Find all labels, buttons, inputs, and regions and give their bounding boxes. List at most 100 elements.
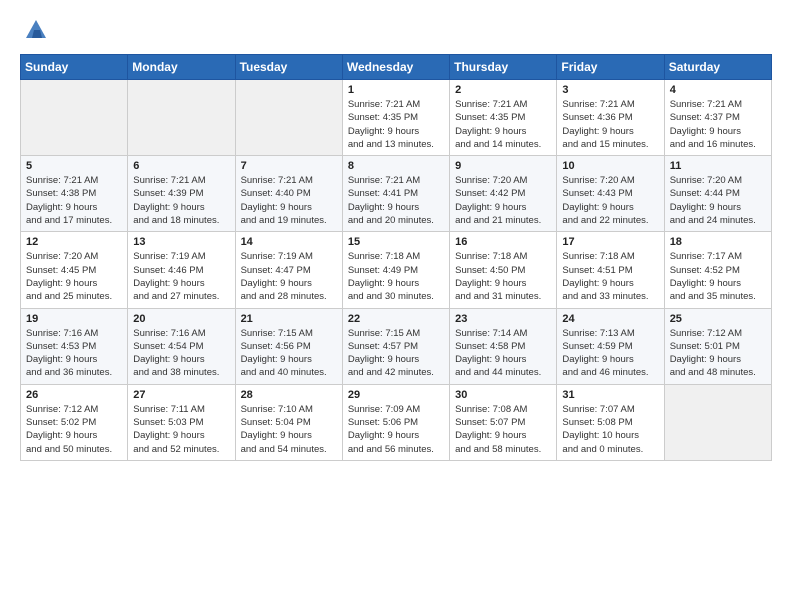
calendar-cell: 2 Sunrise: 7:21 AMSunset: 4:35 PMDaylight… xyxy=(450,80,557,156)
calendar-cell: 8 Sunrise: 7:21 AMSunset: 4:41 PMDaylight… xyxy=(342,156,449,232)
day-info: Sunrise: 7:18 AMSunset: 4:49 PMDaylight:… xyxy=(348,250,444,303)
day-info: Sunrise: 7:15 AMSunset: 4:56 PMDaylight:… xyxy=(241,327,337,380)
calendar-cell: 7 Sunrise: 7:21 AMSunset: 4:40 PMDaylight… xyxy=(235,156,342,232)
day-info: Sunrise: 7:08 AMSunset: 5:07 PMDaylight:… xyxy=(455,403,551,456)
day-number: 8 xyxy=(348,160,444,172)
day-info: Sunrise: 7:18 AMSunset: 4:50 PMDaylight:… xyxy=(455,250,551,303)
day-number: 26 xyxy=(26,389,122,401)
calendar-cell xyxy=(21,80,128,156)
calendar-week-2: 12 Sunrise: 7:20 AMSunset: 4:45 PMDayligh… xyxy=(21,232,772,308)
calendar-cell: 1Sunrise: 7:21 AMSunset: 4:35 PMDaylight… xyxy=(342,80,449,156)
calendar-cell: 15 Sunrise: 7:18 AMSunset: 4:49 PMDayligh… xyxy=(342,232,449,308)
calendar-cell: 14Sunrise: 7:19 AMSunset: 4:47 PMDayligh… xyxy=(235,232,342,308)
calendar-cell: 26 Sunrise: 7:12 AMSunset: 5:02 PMDayligh… xyxy=(21,384,128,460)
calendar-cell xyxy=(128,80,235,156)
calendar-cell: 21Sunrise: 7:15 AMSunset: 4:56 PMDayligh… xyxy=(235,308,342,384)
day-info: Sunrise: 7:11 AMSunset: 5:03 PMDaylight:… xyxy=(133,403,229,456)
logo xyxy=(20,16,50,44)
day-number: 16 xyxy=(455,236,551,248)
calendar-cell: 27 Sunrise: 7:11 AMSunset: 5:03 PMDayligh… xyxy=(128,384,235,460)
calendar-cell: 12 Sunrise: 7:20 AMSunset: 4:45 PMDayligh… xyxy=(21,232,128,308)
day-number: 25 xyxy=(670,313,766,325)
calendar-cell: 18 Sunrise: 7:17 AMSunset: 4:52 PMDayligh… xyxy=(664,232,771,308)
day-info: Sunrise: 7:21 AMSunset: 4:38 PMDaylight:… xyxy=(26,174,122,227)
weekday-header-wednesday: Wednesday xyxy=(342,55,449,80)
day-info: Sunrise: 7:12 AMSunset: 5:01 PMDaylight:… xyxy=(670,327,766,380)
calendar-cell: 19 Sunrise: 7:16 AMSunset: 4:53 PMDayligh… xyxy=(21,308,128,384)
calendar-cell: 3Sunrise: 7:21 AMSunset: 4:36 PMDaylight… xyxy=(557,80,664,156)
day-number: 22 xyxy=(348,313,444,325)
day-info: Sunrise: 7:15 AMSunset: 4:57 PMDaylight:… xyxy=(348,327,444,380)
day-info: Sunrise: 7:16 AMSunset: 4:53 PMDaylight:… xyxy=(26,327,122,380)
calendar-cell: 31 Sunrise: 7:07 AMSunset: 5:08 PMDayligh… xyxy=(557,384,664,460)
day-number: 20 xyxy=(133,313,229,325)
day-number: 4 xyxy=(670,84,766,96)
day-number: 18 xyxy=(670,236,766,248)
day-number: 19 xyxy=(26,313,122,325)
day-number: 2 xyxy=(455,84,551,96)
day-info: Sunrise: 7:21 AMSunset: 4:35 PMDaylight:… xyxy=(455,98,551,151)
day-number: 30 xyxy=(455,389,551,401)
page: SundayMondayTuesdayWednesdayThursdayFrid… xyxy=(0,0,792,477)
day-info: Sunrise: 7:21 AMSunset: 4:39 PMDaylight:… xyxy=(133,174,229,227)
day-number: 29 xyxy=(348,389,444,401)
day-info: Sunrise: 7:20 AMSunset: 4:42 PMDaylight:… xyxy=(455,174,551,227)
calendar-cell: 4Sunrise: 7:21 AMSunset: 4:37 PMDaylight… xyxy=(664,80,771,156)
day-number: 27 xyxy=(133,389,229,401)
weekday-header-thursday: Thursday xyxy=(450,55,557,80)
calendar-cell: 13 Sunrise: 7:19 AMSunset: 4:46 PMDayligh… xyxy=(128,232,235,308)
weekday-header-saturday: Saturday xyxy=(664,55,771,80)
calendar-cell: 5 Sunrise: 7:21 AMSunset: 4:38 PMDaylight… xyxy=(21,156,128,232)
day-info: Sunrise: 7:21 AMSunset: 4:40 PMDaylight:… xyxy=(241,174,337,227)
day-number: 10 xyxy=(562,160,658,172)
calendar-week-4: 26 Sunrise: 7:12 AMSunset: 5:02 PMDayligh… xyxy=(21,384,772,460)
day-info: Sunrise: 7:17 AMSunset: 4:52 PMDaylight:… xyxy=(670,250,766,303)
day-info: Sunrise: 7:12 AMSunset: 5:02 PMDaylight:… xyxy=(26,403,122,456)
day-number: 12 xyxy=(26,236,122,248)
calendar-cell xyxy=(664,384,771,460)
calendar-header-row: SundayMondayTuesdayWednesdayThursdayFrid… xyxy=(21,55,772,80)
day-number: 1 xyxy=(348,84,444,96)
calendar-cell: 11 Sunrise: 7:20 AMSunset: 4:44 PMDayligh… xyxy=(664,156,771,232)
weekday-header-friday: Friday xyxy=(557,55,664,80)
weekday-header-sunday: Sunday xyxy=(21,55,128,80)
logo-icon xyxy=(22,16,50,44)
calendar-cell: 22 Sunrise: 7:15 AMSunset: 4:57 PMDayligh… xyxy=(342,308,449,384)
day-number: 7 xyxy=(241,160,337,172)
day-info: Sunrise: 7:09 AMSunset: 5:06 PMDaylight:… xyxy=(348,403,444,456)
calendar-cell: 24Sunrise: 7:13 AMSunset: 4:59 PMDayligh… xyxy=(557,308,664,384)
calendar-cell: 17Sunrise: 7:18 AMSunset: 4:51 PMDayligh… xyxy=(557,232,664,308)
day-info: Sunrise: 7:13 AMSunset: 4:59 PMDaylight:… xyxy=(562,327,658,380)
day-number: 5 xyxy=(26,160,122,172)
day-info: Sunrise: 7:19 AMSunset: 4:47 PMDaylight:… xyxy=(241,250,337,303)
day-number: 6 xyxy=(133,160,229,172)
calendar-cell: 10Sunrise: 7:20 AMSunset: 4:43 PMDayligh… xyxy=(557,156,664,232)
day-number: 11 xyxy=(670,160,766,172)
day-info: Sunrise: 7:19 AMSunset: 4:46 PMDaylight:… xyxy=(133,250,229,303)
day-info: Sunrise: 7:21 AMSunset: 4:36 PMDaylight:… xyxy=(562,98,658,151)
day-info: Sunrise: 7:10 AMSunset: 5:04 PMDaylight:… xyxy=(241,403,337,456)
weekday-header-tuesday: Tuesday xyxy=(235,55,342,80)
calendar-cell: 6 Sunrise: 7:21 AMSunset: 4:39 PMDaylight… xyxy=(128,156,235,232)
day-info: Sunrise: 7:20 AMSunset: 4:44 PMDaylight:… xyxy=(670,174,766,227)
calendar-cell: 9Sunrise: 7:20 AMSunset: 4:42 PMDaylight… xyxy=(450,156,557,232)
calendar-cell xyxy=(235,80,342,156)
calendar-week-1: 5 Sunrise: 7:21 AMSunset: 4:38 PMDaylight… xyxy=(21,156,772,232)
calendar-cell: 16 Sunrise: 7:18 AMSunset: 4:50 PMDayligh… xyxy=(450,232,557,308)
day-number: 31 xyxy=(562,389,658,401)
day-info: Sunrise: 7:20 AMSunset: 4:45 PMDaylight:… xyxy=(26,250,122,303)
day-info: Sunrise: 7:07 AMSunset: 5:08 PMDaylight:… xyxy=(562,403,658,456)
calendar-cell: 23Sunrise: 7:14 AMSunset: 4:58 PMDayligh… xyxy=(450,308,557,384)
calendar-week-3: 19 Sunrise: 7:16 AMSunset: 4:53 PMDayligh… xyxy=(21,308,772,384)
day-info: Sunrise: 7:16 AMSunset: 4:54 PMDaylight:… xyxy=(133,327,229,380)
day-number: 13 xyxy=(133,236,229,248)
header xyxy=(20,16,772,44)
day-info: Sunrise: 7:21 AMSunset: 4:41 PMDaylight:… xyxy=(348,174,444,227)
calendar-cell: 20 Sunrise: 7:16 AMSunset: 4:54 PMDayligh… xyxy=(128,308,235,384)
day-info: Sunrise: 7:14 AMSunset: 4:58 PMDaylight:… xyxy=(455,327,551,380)
calendar-week-0: 1 Sunrise: 7:21 AMSunset: 4:35 PMDaylight… xyxy=(21,80,772,156)
calendar-cell: 25 Sunrise: 7:12 AMSunset: 5:01 PMDayligh… xyxy=(664,308,771,384)
day-number: 15 xyxy=(348,236,444,248)
day-info: Sunrise: 7:18 AMSunset: 4:51 PMDaylight:… xyxy=(562,250,658,303)
calendar-cell: 28Sunrise: 7:10 AMSunset: 5:04 PMDayligh… xyxy=(235,384,342,460)
